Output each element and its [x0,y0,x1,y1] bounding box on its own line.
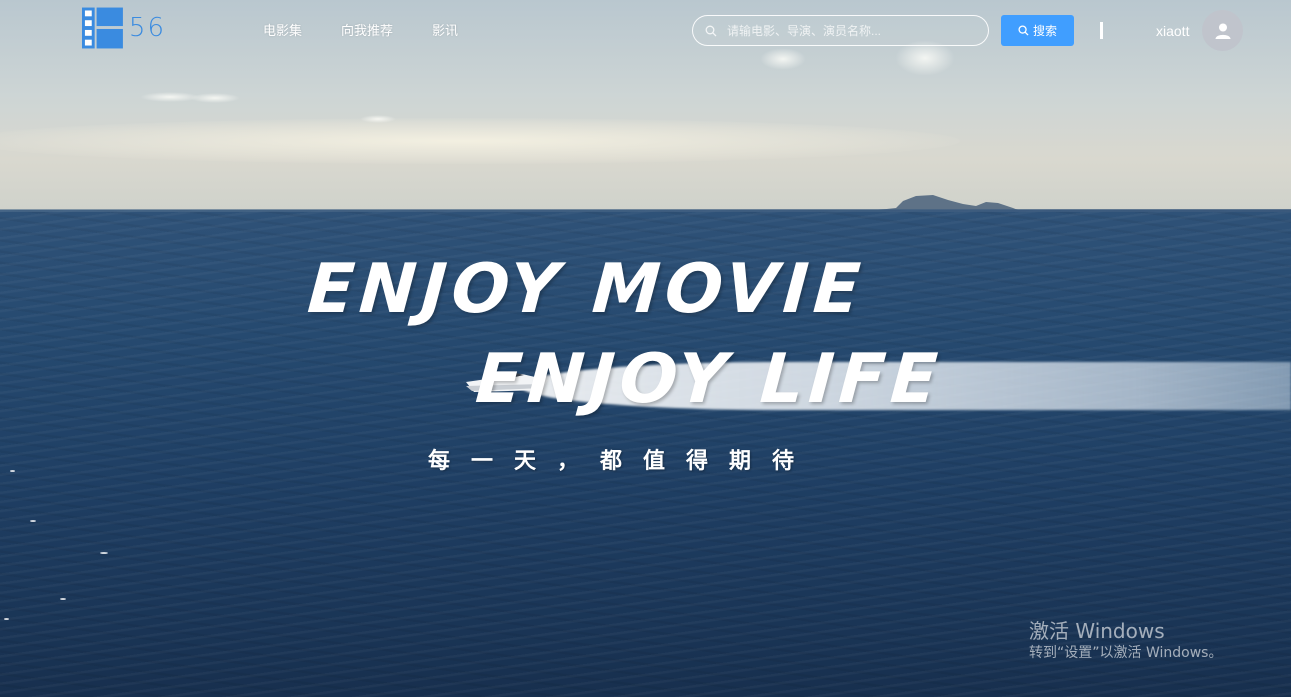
search-input[interactable] [725,22,988,39]
search-button-label: 搜索 [1032,24,1057,38]
username[interactable]: xiaott [1156,23,1189,39]
header-divider [1100,22,1103,39]
sea-sparkle [4,618,9,620]
sea-sparkle [60,598,66,600]
search-icon [1018,25,1029,36]
logo-text: 56 [128,13,166,43]
hero-title-line1: ENJOY MOVIE [305,250,868,329]
sea-sparkle [100,552,108,554]
avatar[interactable] [1202,10,1243,51]
film-strip-icon [82,7,123,49]
sea-sparkle [30,520,36,522]
nav-item-movie-news[interactable]: 影讯 [432,20,458,39]
site-logo[interactable]: 56 [82,7,166,49]
nav-item-movie-collection[interactable]: 电影集 [263,20,302,39]
cloud [190,93,240,103]
page: 56 电影集 向我推荐 影讯 搜索 xiaott [0,0,1291,697]
user-icon [1215,23,1230,39]
hero-subtitle: 每一天，都值得期待 [428,449,816,474]
hero-title-line2: ENJOY LIFE [473,340,945,419]
cloud-band [0,118,960,164]
main-nav: 电影集 向我推荐 影讯 [263,20,458,39]
sea-sparkle [10,470,15,472]
windows-watermark-subtitle: 转到“设置”以激活 Windows。 [1029,645,1223,661]
nav-item-recommend[interactable]: 向我推荐 [341,20,393,39]
top-navbar: 56 电影集 向我推荐 影讯 搜索 xiaott [0,0,1291,60]
search-icon [705,25,717,36]
horizon [0,209,1291,212]
search-box[interactable] [692,15,989,46]
windows-watermark-title: 激活 Windows [1029,619,1165,643]
cloud [360,115,396,123]
search-button[interactable]: 搜索 [1001,15,1074,46]
